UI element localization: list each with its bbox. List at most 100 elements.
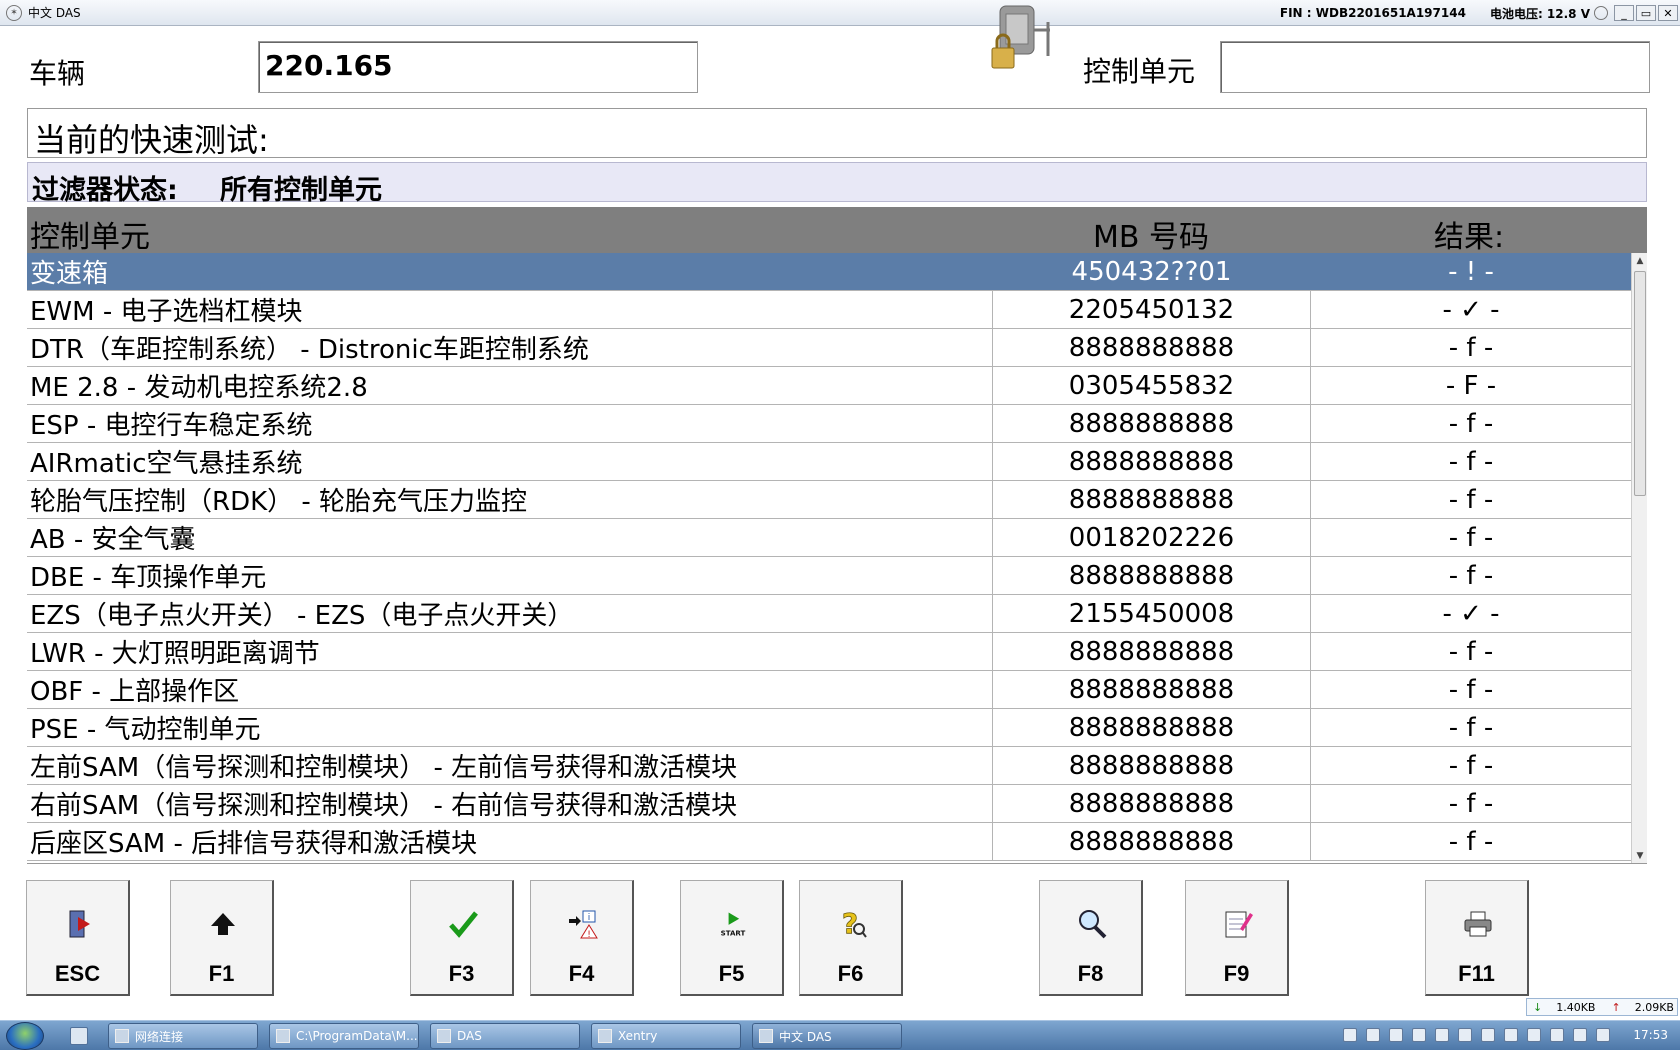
signal-icon[interactable] (1596, 1028, 1610, 1042)
filter-label: 过滤器状态: (32, 175, 178, 206)
table-row[interactable]: EZS（电子点火开关） - EZS（电子点火开关） 2155450008 - ✓ - (27, 595, 1631, 633)
cell-mb-number: 8888888888 (993, 671, 1311, 708)
f4-label: F4 (568, 961, 595, 986)
table-row[interactable]: AB - 安全气囊 0018202226 - f - (27, 519, 1631, 557)
filter-value: 所有控制单元 (220, 175, 382, 206)
xentry-icon (598, 1029, 612, 1043)
cell-result: - f - (1448, 826, 1494, 857)
f11-button[interactable]: F11 (1425, 880, 1529, 996)
security-icon[interactable] (1389, 1028, 1403, 1042)
upload-rate: 2.09KB (1634, 1000, 1674, 1014)
table-row[interactable]: 变速箱 450432??01 - ! - (27, 253, 1631, 291)
table-row[interactable]: DTR（车距控制系统） - Distronic车距控制系统 8888888888 -… (27, 329, 1631, 367)
safely-remove-icon[interactable] (1527, 1028, 1541, 1042)
cell-mb-number: 0018202226 (993, 519, 1311, 556)
column-header-result: 结果: (1434, 220, 1505, 255)
cell-result: - f - (1448, 332, 1494, 363)
taskbar-item-network[interactable]: 网络连接 (108, 1023, 258, 1049)
table-row[interactable]: PSE - 气动控制单元 8888888888 - f - (27, 709, 1631, 747)
scroll-down-icon[interactable]: ▼ (1632, 848, 1647, 863)
network-tray-icon[interactable] (1412, 1028, 1426, 1042)
f6-button[interactable]: ? F6 (799, 880, 903, 996)
battery-voltage: 电池电压: 12.8 V (1489, 6, 1590, 21)
f5-button[interactable]: START F5 (680, 880, 784, 996)
cell-mb-number: 8888888888 (993, 633, 1311, 670)
vehicle-value: 220.165 (265, 49, 393, 82)
f8-button[interactable]: F8 (1039, 880, 1143, 996)
device-icon[interactable] (1481, 1028, 1495, 1042)
printer-icon (1463, 907, 1493, 941)
taskbar-item-das[interactable]: DAS (430, 1023, 580, 1049)
f11-label: F11 (1458, 961, 1495, 986)
taskbar-item-xentry[interactable]: Xentry (591, 1023, 741, 1049)
cell-control-unit: LWR - 大灯照明距离调节 (27, 633, 993, 670)
cell-mb-number: 8888888888 (993, 557, 1311, 594)
gauge-icon (1594, 6, 1608, 20)
table-row[interactable]: ME 2.8 - 发动机电控系统2.8 0305455832 - F - (27, 367, 1631, 405)
f3-button[interactable]: F3 (410, 880, 514, 996)
minus-icon[interactable] (1458, 1028, 1472, 1042)
minimize-button[interactable]: _ (1614, 5, 1634, 21)
cell-control-unit: EZS（电子点火开关） - EZS（电子点火开关） (27, 595, 993, 632)
svg-text:?: ? (842, 907, 858, 940)
f9-button[interactable]: F9 (1185, 880, 1289, 996)
network-icon (115, 1029, 129, 1043)
tools-icon[interactable] (1435, 1028, 1449, 1042)
taskbar-item-label: 中文 DAS (779, 1029, 832, 1044)
folder-icon (276, 1029, 290, 1043)
cell-mb-number: 8888888888 (993, 823, 1311, 860)
close-button[interactable]: ✕ (1658, 5, 1678, 21)
table-row[interactable]: AIRmatic空气悬挂系统 8888888888 - f - (27, 443, 1631, 481)
cell-result: - ✓ - (1442, 294, 1500, 325)
window-title: 中文 DAS (28, 6, 81, 20)
table-row[interactable]: ESP - 电控行车稳定系统 8888888888 - f - (27, 405, 1631, 443)
cell-mb-number: 8888888888 (993, 481, 1311, 518)
taskbar-item-chinese-das[interactable]: 中文 DAS (752, 1023, 902, 1049)
flag-icon[interactable] (1550, 1028, 1564, 1042)
table-row[interactable]: 右前SAM（信号探测和控制模块） - 右前信号获得和激活模块 8888888888… (27, 785, 1631, 823)
esc-label: ESC (54, 961, 101, 986)
system-tray (1334, 1028, 1610, 1042)
notepad-icon (1223, 907, 1253, 941)
control-unit-label: 控制单元 (1083, 55, 1196, 88)
cell-result: - f - (1448, 560, 1494, 591)
taskbar-item-programdata[interactable]: C:\ProgramData\M... (269, 1023, 419, 1049)
f4-button[interactable]: i! F4 (530, 880, 634, 996)
cell-control-unit: ESP - 电控行车稳定系统 (27, 405, 993, 442)
scroll-up-icon[interactable]: ▲ (1632, 253, 1647, 269)
vertical-scrollbar[interactable]: ▲ ▼ (1631, 253, 1647, 863)
f6-label: F6 (837, 961, 864, 986)
sync-icon[interactable] (1504, 1028, 1518, 1042)
table-row[interactable]: LWR - 大灯照明距离调节 8888888888 - f - (27, 633, 1631, 671)
cell-result: - f - (1448, 522, 1494, 553)
restore-button[interactable]: ▭ (1636, 5, 1656, 21)
start-button[interactable] (6, 1022, 44, 1050)
power-icon[interactable] (1573, 1028, 1587, 1042)
checkmark-icon (448, 907, 478, 941)
show-desktop-icon[interactable] (70, 1027, 88, 1045)
cell-control-unit: 右前SAM（信号探测和控制模块） - 右前信号获得和激活模块 (27, 785, 993, 822)
table-row[interactable]: DBE - 车顶操作单元 8888888888 - f - (27, 557, 1631, 595)
taskbar: 网络连接 C:\ProgramData\M... DAS Xentry 中文 D… (0, 1020, 1680, 1050)
cell-control-unit: 轮胎气压控制（RDK） - 轮胎充气压力监控 (27, 481, 993, 518)
f1-label: F1 (208, 961, 235, 986)
table-row[interactable]: 后座区SAM - 后排信号获得和激活模块 8888888888 - f - (27, 823, 1631, 861)
cell-control-unit: DBE - 车顶操作单元 (27, 557, 993, 594)
cell-result: - ! - (1448, 256, 1494, 287)
table-row[interactable]: 轮胎气压控制（RDK） - 轮胎充气压力监控 8888888888 - f - (27, 481, 1631, 519)
f1-button[interactable]: F1 (170, 880, 274, 996)
lock-device-icon (990, 4, 1054, 72)
vehicle-field: 220.165 (258, 41, 698, 93)
esc-button[interactable]: ESC (26, 880, 130, 996)
table-row[interactable]: 左前SAM（信号探测和控制模块） - 左前信号获得和激活模块 8888888888… (27, 747, 1631, 785)
scroll-thumb[interactable] (1634, 271, 1646, 496)
f5-label: F5 (718, 961, 745, 986)
keyboard-icon[interactable] (1343, 1028, 1357, 1042)
cell-mb-number: 8888888888 (993, 405, 1311, 442)
table-row[interactable]: EWM - 电子选档杠模块 2205450132 - ✓ - (27, 291, 1631, 329)
table-row[interactable]: OBF - 上部操作区 8888888888 - f - (27, 671, 1631, 709)
cell-result: - f - (1448, 484, 1494, 515)
cell-mb-number: 2205450132 (993, 291, 1311, 328)
upload-arrow-icon: ↑ (1611, 1000, 1621, 1014)
shield-icon[interactable] (1366, 1028, 1380, 1042)
